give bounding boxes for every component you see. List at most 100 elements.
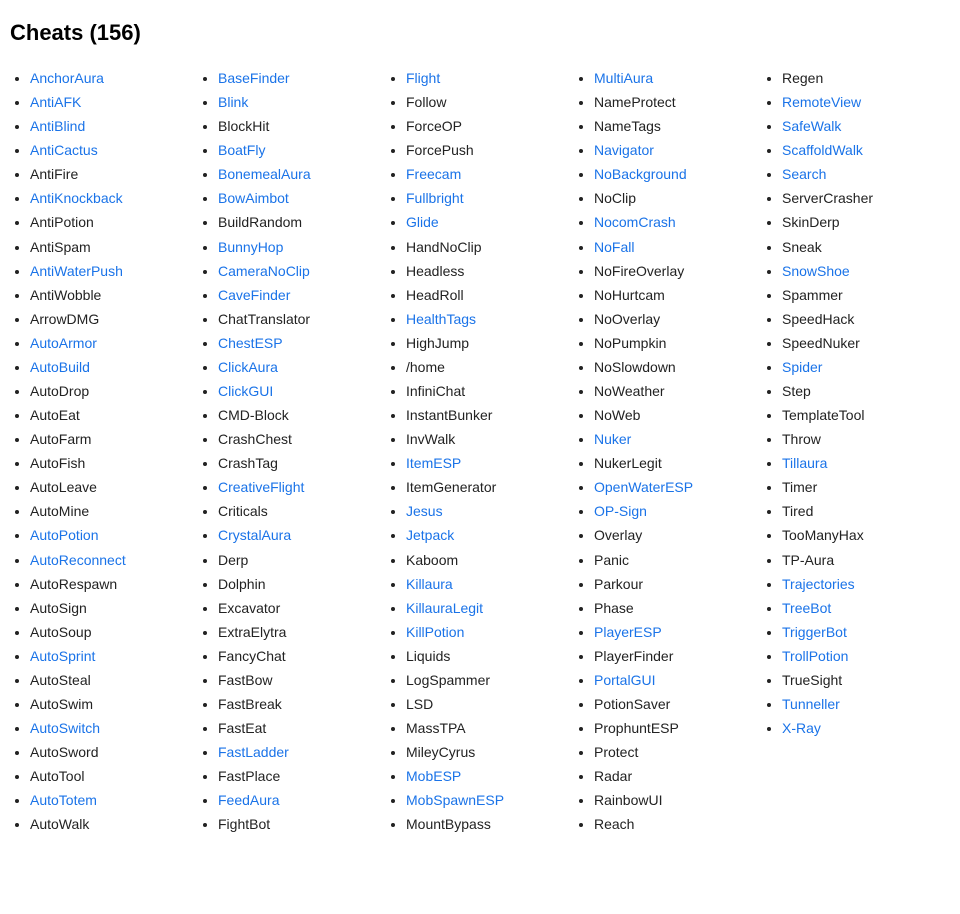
cheat-link[interactable]: NoFall (594, 239, 634, 255)
cheat-link[interactable]: KillPotion (406, 624, 464, 640)
list-item: ArrowDMG (30, 307, 198, 331)
cheat-link[interactable]: AnchorAura (30, 70, 104, 86)
cheat-link[interactable]: HealthTags (406, 311, 476, 327)
cheat-link[interactable]: AutoSwitch (30, 720, 100, 736)
list-item: ChatTranslator (218, 307, 386, 331)
list-item: Nuker (594, 427, 762, 451)
cheat-link[interactable]: Killaura (406, 576, 453, 592)
list-item: Spider (782, 355, 950, 379)
cheat-link[interactable]: Jesus (406, 503, 443, 519)
cheat-link[interactable]: ScaffoldWalk (782, 142, 863, 158)
cheat-link[interactable]: AutoArmor (30, 335, 97, 351)
cheat-link[interactable]: Jetpack (406, 527, 454, 543)
cheat-link[interactable]: BonemealAura (218, 166, 311, 182)
cheat-link[interactable]: PlayerESP (594, 624, 662, 640)
list-item: Trajectories (782, 572, 950, 596)
list-item: AntiCactus (30, 138, 198, 162)
list-item: BunnyHop (218, 235, 386, 259)
cheat-link[interactable]: Nuker (594, 431, 631, 447)
list-item: X-Ray (782, 716, 950, 740)
cheat-link[interactable]: MultiAura (594, 70, 653, 86)
list-item: RainbowUI (594, 788, 762, 812)
cheat-link[interactable]: Spider (782, 359, 822, 375)
list-item: TP-Aura (782, 548, 950, 572)
list-item: SpeedNuker (782, 331, 950, 355)
cheat-columns: AnchorAura AntiAFK AntiBlind AntiCactus Anti… (10, 66, 950, 837)
cheat-link[interactable]: AutoReconnect (30, 552, 126, 568)
list-item: MountBypass (406, 812, 574, 836)
cheat-link[interactable]: NocomCrash (594, 214, 676, 230)
list-item: Throw (782, 427, 950, 451)
cheat-link[interactable]: AutoTotem (30, 792, 97, 808)
list-item: Step (782, 379, 950, 403)
cheat-link[interactable]: AntiKnockback (30, 190, 123, 206)
column-2: BaseFinderBlinkBlockHitBoatFlyBonemealAu… (198, 66, 386, 837)
list-item: NoFireOverlay (594, 259, 762, 283)
cheat-link[interactable]: AntiBlind (30, 118, 85, 134)
cheat-link[interactable]: AntiWaterPush (30, 263, 123, 279)
cheat-link[interactable]: CrystalAura (218, 527, 291, 543)
list-item: Criticals (218, 499, 386, 523)
cheat-link[interactable]: CaveFinder (218, 287, 290, 303)
list-item: PotionSaver (594, 692, 762, 716)
list-item: SkinDerp (782, 210, 950, 234)
cheat-link[interactable]: X-Ray (782, 720, 821, 736)
cheat-link[interactable]: AntiCactus (30, 142, 98, 158)
cheat-link[interactable]: CameraNoClip (218, 263, 310, 279)
cheat-link[interactable]: Flight (406, 70, 440, 86)
list-item: ForcePush (406, 138, 574, 162)
list-item: KillauraLegit (406, 596, 574, 620)
list-item: PlayerFinder (594, 644, 762, 668)
cheat-link[interactable]: Fullbright (406, 190, 464, 206)
list-item: CrystalAura (218, 523, 386, 547)
cheat-link[interactable]: FastLadder (218, 744, 289, 760)
cheat-link[interactable]: OpenWaterESP (594, 479, 693, 495)
list-item: AntiPotion (30, 210, 198, 234)
list-item: AntiFire (30, 162, 198, 186)
list-item: PortalGUI (594, 668, 762, 692)
cheat-link[interactable]: Navigator (594, 142, 654, 158)
cheat-link[interactable]: Tunneller (782, 696, 840, 712)
cheat-link[interactable]: NoBackground (594, 166, 687, 182)
cheat-link[interactable]: BoatFly (218, 142, 265, 158)
cheat-link[interactable]: Tillaura (782, 455, 827, 471)
cheat-link[interactable]: AutoPotion (30, 527, 99, 543)
cheat-link[interactable]: SafeWalk (782, 118, 841, 134)
cheat-link[interactable]: RemoteView (782, 94, 861, 110)
cheat-link[interactable]: OP-Sign (594, 503, 647, 519)
cheat-link[interactable]: AutoBuild (30, 359, 90, 375)
cheat-link[interactable]: AutoSprint (30, 648, 95, 664)
cheat-link[interactable]: CreativeFlight (218, 479, 304, 495)
list-item: NameProtect (594, 90, 762, 114)
list-item: BaseFinder (218, 66, 386, 90)
cheat-link[interactable]: BowAimbot (218, 190, 289, 206)
cheat-link[interactable]: ChestESP (218, 335, 283, 351)
cheat-link[interactable]: PortalGUI (594, 672, 655, 688)
cheat-link[interactable]: SnowShoe (782, 263, 850, 279)
list-item: NukerLegit (594, 451, 762, 475)
list-item: Jetpack (406, 523, 574, 547)
cheat-link[interactable]: ClickAura (218, 359, 278, 375)
cheat-link[interactable]: Trajectories (782, 576, 855, 592)
cheat-link[interactable]: BaseFinder (218, 70, 290, 86)
list-item: InfiniChat (406, 379, 574, 403)
cheat-link[interactable]: FeedAura (218, 792, 279, 808)
cheat-link[interactable]: MobESP (406, 768, 461, 784)
cheat-link[interactable]: Glide (406, 214, 439, 230)
cheat-link[interactable]: ClickGUI (218, 383, 273, 399)
cheat-link[interactable]: Freecam (406, 166, 461, 182)
list-item: AutoSprint (30, 644, 198, 668)
cheat-link[interactable]: TrollPotion (782, 648, 848, 664)
cheat-link[interactable]: TriggerBot (782, 624, 847, 640)
cheat-link[interactable]: TreeBot (782, 600, 831, 616)
cheat-link[interactable]: AntiAFK (30, 94, 81, 110)
cheat-link[interactable]: ItemESP (406, 455, 461, 471)
cheat-link[interactable]: MobSpawnESP (406, 792, 504, 808)
list-item: ChestESP (218, 331, 386, 355)
list-item: BonemealAura (218, 162, 386, 186)
cheat-link[interactable]: Blink (218, 94, 248, 110)
cheat-link[interactable]: Search (782, 166, 826, 182)
cheat-link[interactable]: KillauraLegit (406, 600, 483, 616)
cheat-link[interactable]: BunnyHop (218, 239, 283, 255)
list-item: FastLadder (218, 740, 386, 764)
